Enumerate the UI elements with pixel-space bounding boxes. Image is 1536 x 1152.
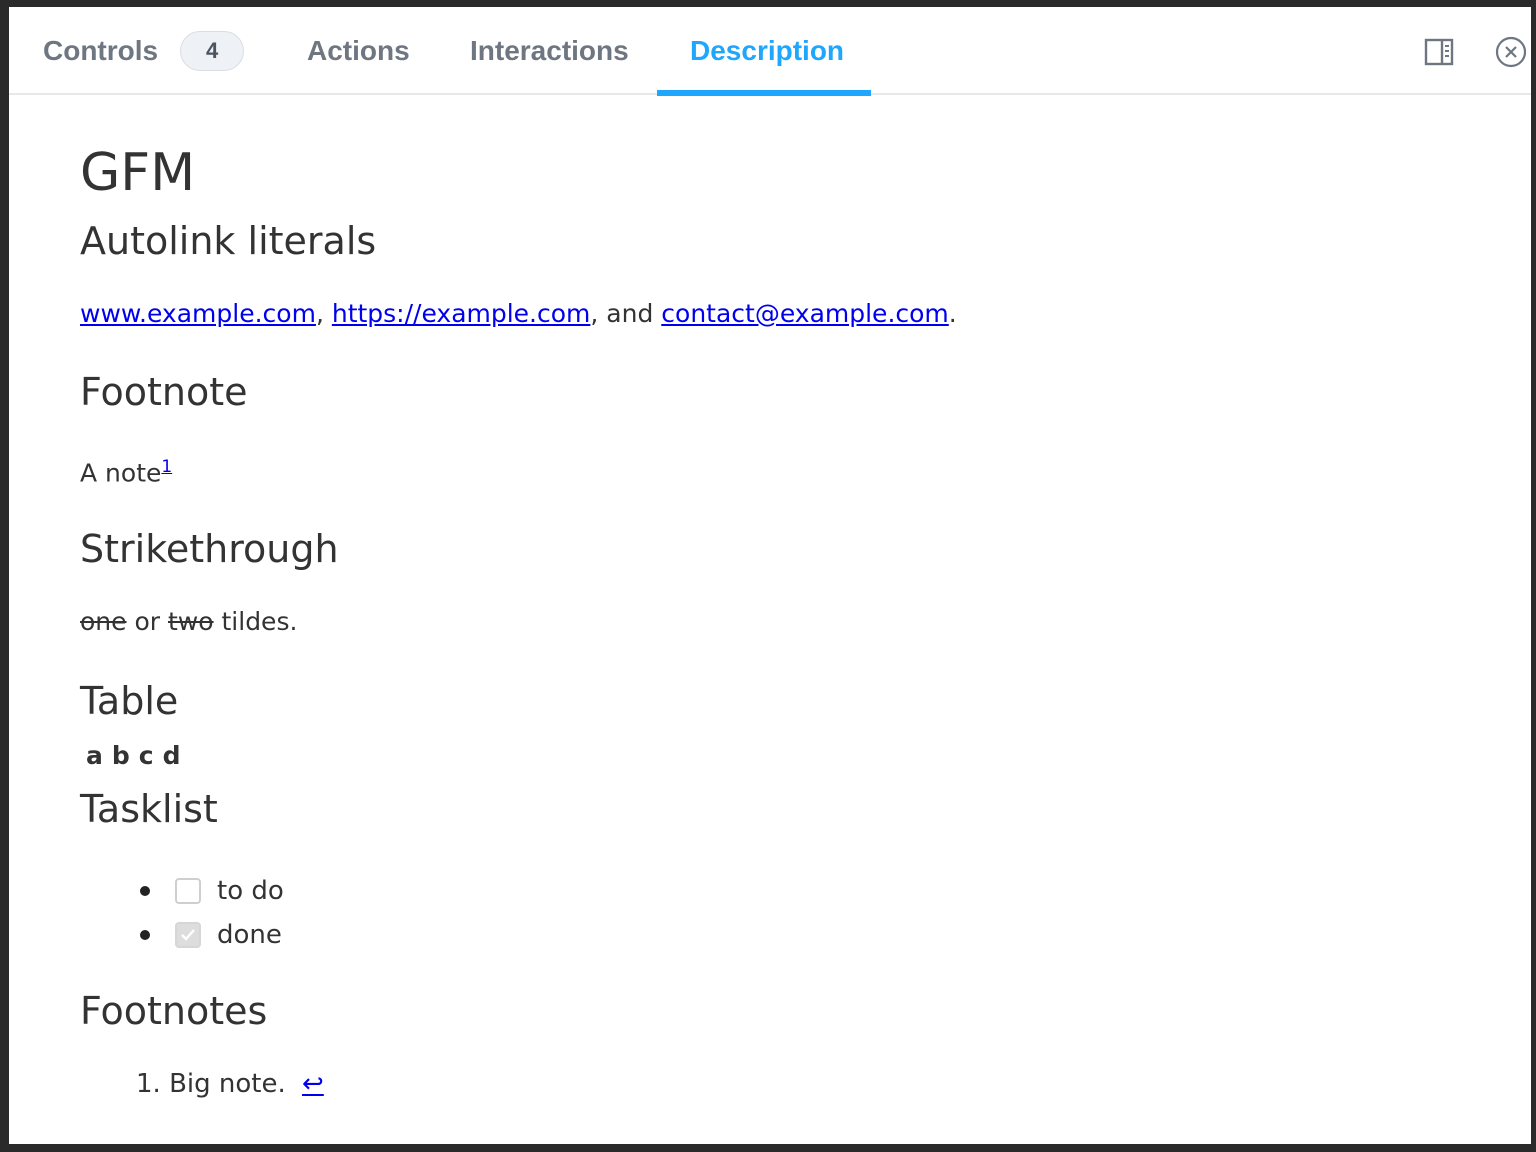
footnote-ref-link[interactable]: 1: [161, 457, 172, 477]
tab-controls[interactable]: Controls 4: [43, 7, 245, 95]
heading-footnotes: Footnotes: [80, 989, 268, 1033]
autolink-sep2: , and: [590, 299, 662, 328]
task-label: to do: [217, 876, 284, 906]
autolink-end: .: [948, 299, 957, 328]
doc-title: GFM: [80, 143, 196, 203]
strike-one: one: [80, 607, 127, 636]
tab-actions[interactable]: Actions: [307, 7, 410, 95]
active-tab-indicator: [657, 90, 871, 96]
heading-autolink: Autolink literals: [80, 219, 377, 263]
task-checkbox-unchecked[interactable]: [175, 878, 201, 904]
footnote-item-text: Big note.: [169, 1069, 286, 1099]
tab-interactions[interactable]: Interactions: [470, 7, 629, 95]
close-icon[interactable]: [1494, 35, 1528, 69]
tab-description[interactable]: Description: [690, 7, 844, 95]
footnote-number: 1.: [136, 1069, 161, 1099]
tab-actions-label: Actions: [307, 35, 410, 66]
tab-description-label: Description: [690, 35, 845, 66]
task-list: to do done: [136, 869, 284, 957]
link-https-example[interactable]: https://example.com: [332, 299, 591, 328]
strikethrough-paragraph: one or two tildes.: [80, 607, 297, 636]
strike-two: two: [168, 607, 214, 636]
footnotes-list: 1. Big note. ↩: [136, 1069, 324, 1099]
tab-controls-label: Controls: [43, 35, 159, 66]
autolink-paragraph: www.example.com, https://example.com, an…: [80, 299, 957, 328]
task-item: to do: [136, 869, 284, 913]
heading-tasklist: Tasklist: [80, 787, 218, 831]
task-checkbox-checked[interactable]: [175, 922, 201, 948]
table-header-cell: b: [111, 741, 132, 770]
footnote-text: A note: [80, 458, 162, 488]
strike-mid: or: [126, 607, 168, 636]
table-header-cell: a: [86, 741, 105, 770]
task-item: done: [136, 913, 284, 957]
bullet: [140, 930, 150, 940]
heading-footnote: Footnote: [80, 370, 248, 414]
bullet: [140, 886, 150, 896]
link-contact-email[interactable]: contact@example.com: [661, 299, 949, 328]
addons-panel: Controls 4 Actions Interactions Descript…: [9, 7, 1531, 1144]
table-header-cell: c: [138, 741, 156, 770]
footnote-backref-icon[interactable]: ↩: [302, 1069, 324, 1099]
sidebar-toggle-icon[interactable]: [1422, 35, 1456, 69]
strike-end: tildes.: [213, 607, 298, 636]
heading-strikethrough: Strikethrough: [80, 527, 339, 571]
footnote-item: 1. Big note. ↩: [136, 1069, 324, 1099]
task-label: done: [217, 920, 282, 950]
autolink-sep1: ,: [315, 299, 332, 328]
tab-bar: Controls 4 Actions Interactions Descript…: [9, 7, 1531, 96]
table-header-cell: d: [162, 741, 183, 770]
footnote-paragraph: A note1: [80, 457, 172, 487]
heading-table: Table: [80, 679, 179, 723]
link-www-example[interactable]: www.example.com: [80, 299, 316, 328]
controls-count-badge: 4: [180, 31, 245, 71]
tab-interactions-label: Interactions: [470, 35, 629, 66]
table-header-row: abcd: [86, 741, 190, 770]
checkmark-icon: [181, 929, 195, 941]
